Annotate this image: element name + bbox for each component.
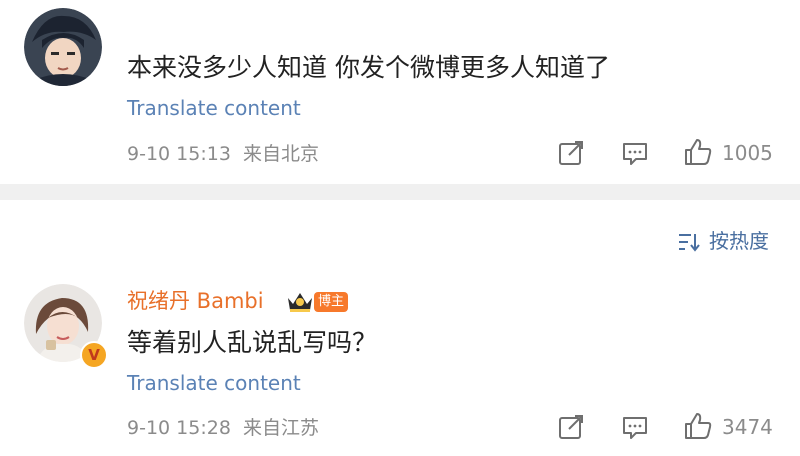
sort-label: 按热度 (709, 229, 769, 253)
like-icon[interactable] (683, 137, 713, 167)
comment-meta: 9-10 15:13 来自北京 (127, 142, 319, 166)
translate-link[interactable]: Translate content (127, 96, 301, 120)
comment-text: 等着别人乱说乱写吗？ (127, 328, 378, 357)
comment-time: 9-10 15:28 (127, 417, 231, 439)
comment-location: 来自北京 (243, 143, 320, 165)
comment-text: 本来没多少人知道 你发个微博更多人知道了 (127, 53, 610, 82)
translate-link[interactable]: Translate content (127, 371, 301, 395)
verified-badge: V (80, 341, 108, 369)
sort-button[interactable]: 按热度 (677, 229, 777, 255)
comment-item-1: 本来没多少人知道 你发个微博更多人知道了 Translate content 9… (0, 0, 800, 184)
comment-icon[interactable] (620, 412, 650, 442)
like-icon[interactable] (683, 411, 713, 441)
sort-icon (677, 231, 701, 257)
comment-icon[interactable] (620, 138, 650, 168)
comment-meta: 9-10 15:28 来自江苏 (127, 416, 319, 440)
comment-item-2: V 祝绪丹 Bambi 博主 等着别人乱说乱写吗？ Translate cont… (0, 270, 800, 456)
comment-time: 9-10 15:13 (127, 143, 231, 165)
share-icon[interactable] (556, 412, 586, 442)
username[interactable]: 祝绪丹 Bambi (127, 288, 264, 314)
like-count: 3474 (722, 415, 773, 439)
like-count: 1005 (722, 141, 773, 165)
share-icon[interactable] (556, 138, 586, 168)
blogger-badge: 博主 (314, 292, 349, 312)
crown-icon (285, 289, 315, 317)
section-divider (0, 184, 800, 200)
verified-mark: V (88, 346, 100, 364)
comment-location: 来自江苏 (243, 417, 320, 439)
avatar[interactable] (24, 8, 102, 86)
